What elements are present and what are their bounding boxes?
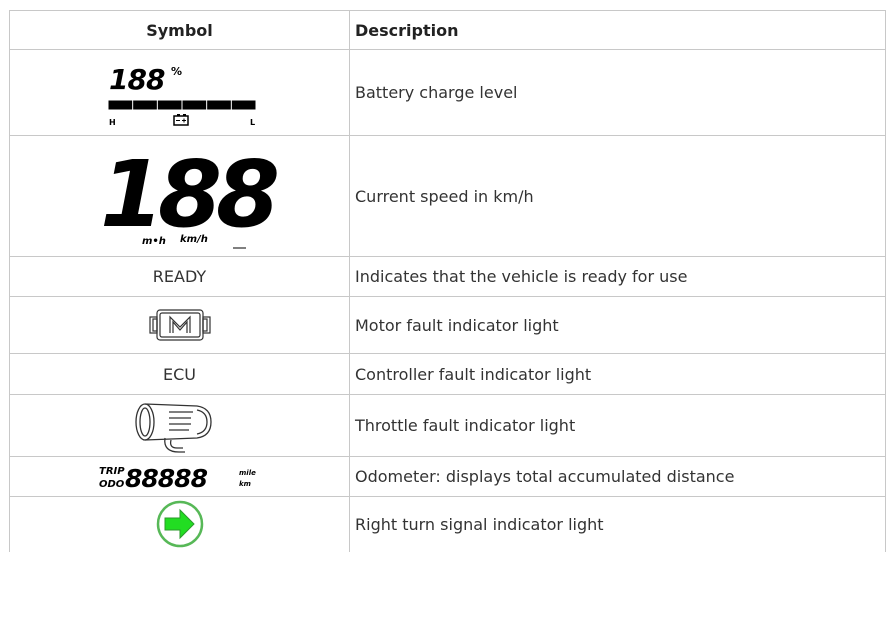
speed-display-icon: 188 m•h km/h bbox=[100, 141, 280, 249]
table-row: 188 m•h km/h Current speed in km/h bbox=[9, 135, 886, 257]
table-row: Motor fault indicator light bbox=[9, 296, 886, 354]
description-cell: Current speed in km/h bbox=[349, 135, 886, 257]
description-cell: Controller fault indicator light bbox=[349, 353, 886, 395]
battery-scale-low: L bbox=[250, 118, 255, 127]
symbol-cell bbox=[9, 394, 350, 457]
description-cell: Right turn signal indicator light bbox=[349, 496, 886, 552]
odometer-unit-mile: mile bbox=[239, 469, 256, 477]
right-turn-arrow-icon bbox=[156, 501, 203, 548]
ready-symbol-text: READY bbox=[9, 256, 350, 297]
table-row: 188 % H L Battery charge level bbox=[9, 49, 886, 136]
odometer-unit-km: km bbox=[239, 480, 251, 488]
odometer-odo-label: ODO bbox=[99, 479, 125, 490]
battery-bar-segment bbox=[182, 100, 206, 109]
description-cell: Battery charge level bbox=[349, 49, 886, 136]
ecu-symbol-text: ECU bbox=[9, 353, 350, 395]
motor-fault-icon bbox=[148, 309, 211, 341]
speed-digits: 188 bbox=[100, 141, 277, 248]
battery-percent-digits: 188 bbox=[109, 63, 165, 96]
symbol-cell: TRIP ODO 88888 mile km bbox=[9, 456, 350, 497]
battery-bar-segment bbox=[206, 100, 231, 109]
battery-bar-segment bbox=[157, 100, 182, 109]
battery-level-bars bbox=[108, 100, 255, 109]
battery-level-display-icon: 188 % H L bbox=[108, 63, 255, 127]
odometer-digits: 88888 bbox=[125, 464, 208, 493]
symbol-table: Symbol Description 188 % H L Battery cha… bbox=[9, 10, 886, 552]
description-column-header: Description bbox=[349, 10, 886, 50]
table-row: TRIP ODO 88888 mile km Odometer: display… bbox=[9, 456, 886, 497]
description-cell: Odometer: displays total accumulated dis… bbox=[349, 456, 886, 497]
symbol-cell: 188 m•h km/h bbox=[9, 135, 350, 257]
table-header-row: Symbol Description bbox=[9, 10, 886, 50]
odometer-trip-label: TRIP bbox=[99, 466, 125, 477]
table-row: ECU Controller fault indicator light bbox=[9, 353, 886, 395]
table-row: Throttle fault indicator light bbox=[9, 394, 886, 457]
description-cell: Throttle fault indicator light bbox=[349, 394, 886, 457]
description-cell: Indicates that the vehicle is ready for … bbox=[349, 256, 886, 297]
speed-unit-kmh: km/h bbox=[180, 234, 208, 245]
table-row: Right turn signal indicator light bbox=[9, 496, 886, 552]
symbol-column-header: Symbol bbox=[9, 10, 350, 50]
battery-scale-high: H bbox=[109, 118, 116, 127]
battery-bar-segment bbox=[108, 100, 132, 109]
table-row: READY Indicates that the vehicle is read… bbox=[9, 256, 886, 297]
description-cell: Motor fault indicator light bbox=[349, 296, 886, 354]
battery-bar-segment bbox=[132, 100, 157, 109]
odometer-display-icon: TRIP ODO 88888 mile km bbox=[99, 464, 256, 493]
symbol-cell bbox=[9, 496, 350, 552]
symbol-cell: 188 % H L bbox=[9, 49, 350, 136]
throttle-fault-icon bbox=[134, 402, 212, 453]
battery-bar-segment bbox=[231, 100, 255, 109]
battery-percent-sign: % bbox=[171, 65, 182, 78]
speed-unit-mph: m•h bbox=[142, 236, 166, 247]
battery-icon bbox=[172, 113, 189, 126]
symbol-cell bbox=[9, 296, 350, 354]
